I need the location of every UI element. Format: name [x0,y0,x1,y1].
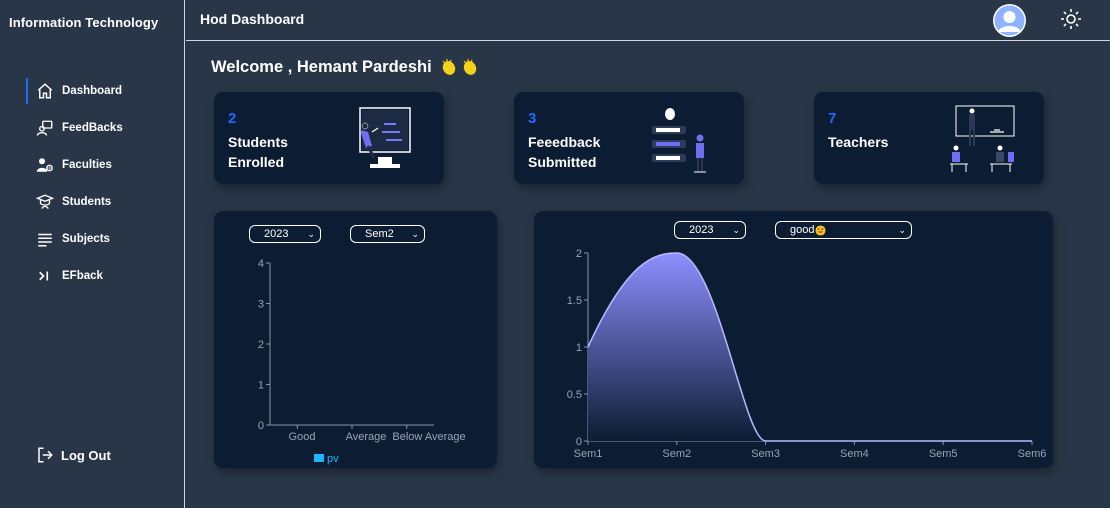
x-tick-label: Good [289,431,316,443]
x-tick-label: Sem2 [662,448,691,460]
y-tick-label: 1 [576,342,582,354]
faculty-gear-icon [36,158,53,172]
x-tick-label: Sem5 [929,448,958,460]
home-icon [37,83,53,99]
card-label: Feeedback Submitted [528,134,601,170]
sidebar-item-dashboard[interactable]: Dashboard [26,78,176,104]
sidebar-item-label: FeedBacks [62,122,123,134]
sidebar-item-label: Dashboard [62,85,123,97]
avatar[interactable] [993,4,1026,37]
y-tick-label: 3 [258,299,264,311]
theme-toggle-button[interactable] [1059,7,1083,31]
y-tick-label: 2 [258,339,264,351]
y-tick-label: 4 [258,258,264,270]
sidebar-item-label: Subjects [62,233,110,245]
y-tick-label: 1.5 [567,295,582,307]
feedback-person-icon [36,120,53,136]
top-header: Hod Dashboard [186,0,1110,41]
x-tick-label: Sem3 [751,448,780,460]
card-count: 7 [828,110,837,127]
legend-label: pv [327,453,339,465]
logout-label: Log Out [61,447,111,463]
list-lines-icon [38,233,52,247]
logout-icon [38,447,53,463]
sidebar-item-label: Students [62,196,112,208]
rating-bar-chart: 0 1 2 3 4 Good Average Below Average pv [258,258,466,465]
students-enrolled-card[interactable]: 2 Students Enrolled [214,92,444,184]
y-tick-label: 0.5 [567,389,582,401]
y-tick-label: 1 [258,380,264,392]
sun-icon [1061,9,1081,29]
sidebar-item-label: Faculties [62,159,112,171]
y-tick-label: 0 [258,420,264,432]
sidebar-item-faculties[interactable]: Faculties [26,152,176,178]
semester-area-chart-panel: 2023 ⌄ good ⌄ 0 0.5 1 1.5 2 Sem1 Sem2 Sem3 Sem4 S… [534,211,1053,468]
sidebar-nav: Dashboard FeedBacks Faculties Students S… [26,78,176,300]
x-tick-label: Average [346,431,387,443]
sidebar: Information Technology Dashboard FeedBac… [0,0,185,508]
clapping-hands-icon [438,57,480,77]
welcome-heading: Welcome , Hemant Pardeshi [211,57,480,77]
logout-button[interactable]: Log Out [36,446,111,464]
card-count: 2 [228,110,237,127]
rating-bar-chart-panel: 2023 ⌄ Sem2 ⌄ 0 1 2 3 4 Good Average Below Aver… [214,211,497,468]
brand-title: Information Technology [9,15,159,30]
student-cap-icon [36,194,54,209]
welcome-text: Welcome , Hemant Pardeshi [211,57,432,76]
card-label: Teachers [828,134,889,150]
teacher-board-illustration [359,107,411,168]
legend-swatch [314,454,324,462]
card-count: 3 [528,110,537,127]
sidebar-item-students[interactable]: Students [26,189,176,215]
sidebar-item-subjects[interactable]: Subjects [26,226,176,252]
user-avatar-icon [994,5,1025,36]
semester-area-chart: 0 0.5 1 1.5 2 Sem1 Sem2 Sem3 Sem4 Sem5 Sem6 [567,248,1047,460]
sidebar-item-feedbacks[interactable]: FeedBacks [26,115,176,141]
series-area [588,253,1032,441]
sidebar-item-efback[interactable]: EFback [26,263,176,289]
feedback-forms-illustration [652,108,706,173]
sidebar-item-label: EFback [62,270,103,282]
y-tick-label: 2 [576,248,582,260]
teachers-card[interactable]: 7 Teachers [814,92,1044,184]
feedback-submitted-card[interactable]: 3 Feeedback Submitted [514,92,744,184]
x-tick-label: Sem6 [1018,448,1047,460]
card-label: Students Enrolled [228,134,288,170]
x-tick-label: Sem1 [574,448,603,460]
x-tick-label: Sem4 [840,448,869,460]
chevron-bar-icon [39,271,49,281]
y-tick-label: 0 [576,436,582,448]
classroom-illustration [950,105,1015,172]
page-title: Hod Dashboard [200,11,305,27]
x-tick-label: Below Average [392,431,465,443]
